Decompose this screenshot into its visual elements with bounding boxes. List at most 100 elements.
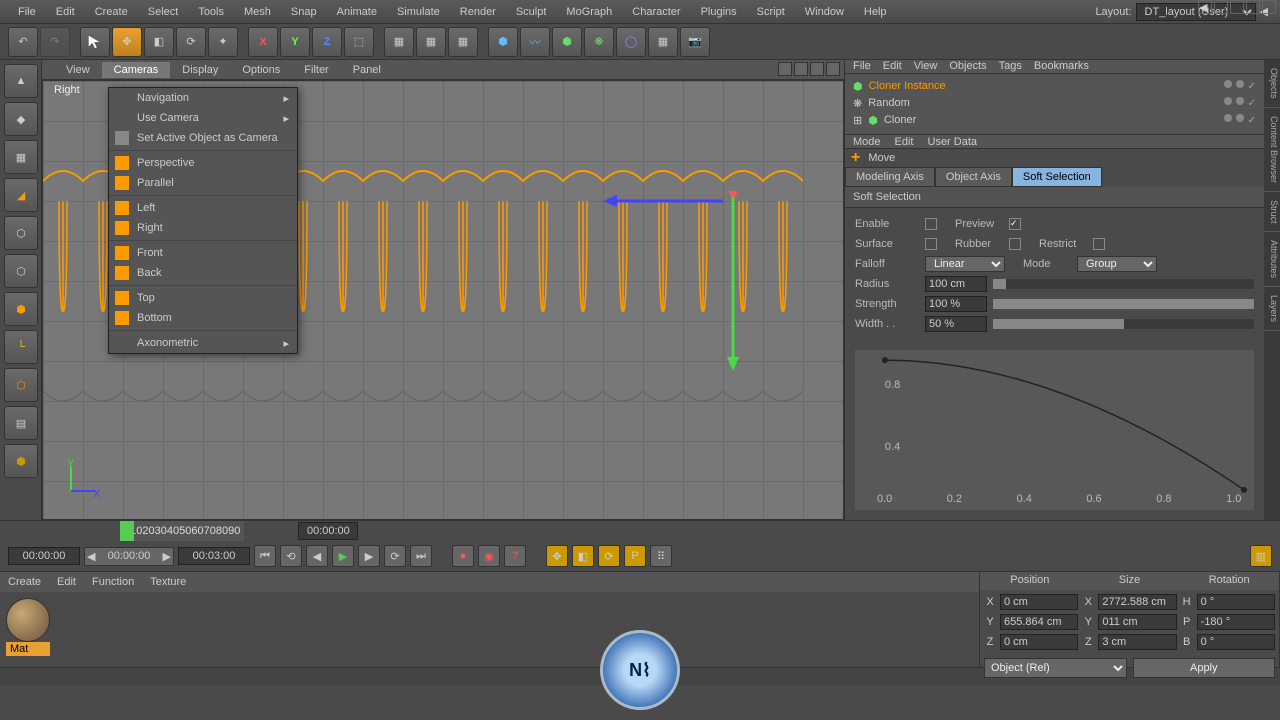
primitive-button[interactable]: ⬢ — [488, 27, 518, 57]
mode-select[interactable]: Group — [1077, 256, 1157, 272]
pos-x-input[interactable] — [1000, 594, 1078, 610]
tab-modeling-axis[interactable]: Modeling Axis — [845, 167, 935, 187]
camera-back[interactable]: Back — [109, 263, 297, 283]
current-frame-input[interactable] — [8, 547, 80, 565]
fwd-icon[interactable] — [1214, 0, 1228, 14]
rot-h-input[interactable] — [1197, 594, 1275, 610]
obj-menu-tags[interactable]: Tags — [999, 60, 1022, 72]
view-menu-filter[interactable]: Filter — [292, 62, 340, 78]
play-button[interactable]: ▶ — [332, 545, 354, 567]
camera-button[interactable]: 📷 — [680, 27, 710, 57]
object-item[interactable]: ⬢ Cloner Instance — [849, 78, 1260, 95]
camera-axonometric[interactable]: Axonometric — [109, 333, 297, 353]
key-pos-button[interactable]: ✥ — [546, 545, 568, 567]
redo-button[interactable]: ↷ — [40, 27, 70, 57]
view-orbit-icon[interactable] — [810, 62, 824, 76]
search-icon[interactable] — [1230, 0, 1244, 14]
texture-mode-button[interactable]: ▦ — [4, 140, 38, 174]
menu-sculpt[interactable]: Sculpt — [506, 2, 557, 22]
generator-button[interactable]: ⬢ — [552, 27, 582, 57]
workplane-button[interactable]: ◢ — [4, 178, 38, 212]
camera-navigation[interactable]: Navigation — [109, 88, 297, 108]
menu-plugins[interactable]: Plugins — [691, 2, 747, 22]
coord-mode-select[interactable]: Object (Rel) — [984, 658, 1127, 678]
animation-layout-button[interactable]: ▥ — [1250, 545, 1272, 567]
pos-y-input[interactable] — [1000, 614, 1078, 630]
view-menu-panel[interactable]: Panel — [341, 62, 393, 78]
environment-button[interactable]: ▦ — [648, 27, 678, 57]
rot-b-input[interactable] — [1197, 634, 1275, 650]
menu-help[interactable]: Help — [854, 2, 897, 22]
autokey-button[interactable]: ◉ — [478, 545, 500, 567]
tab-content-browser[interactable]: Content Browser — [1264, 108, 1280, 192]
view-layout-icon[interactable] — [826, 62, 840, 76]
camera-top[interactable]: Top — [109, 288, 297, 308]
radius-input[interactable] — [925, 276, 987, 292]
tab-attributes[interactable]: Attributes — [1264, 232, 1280, 287]
edge-mode-button[interactable]: ⬡ — [4, 254, 38, 288]
y-axis-arrow-icon[interactable] — [723, 191, 743, 371]
menu-file[interactable]: File — [8, 2, 46, 22]
render-settings-button[interactable]: ▦ — [448, 27, 478, 57]
obj-menu-file[interactable]: File — [853, 60, 871, 72]
poly-mode-button[interactable]: ⬢ — [4, 292, 38, 326]
mat-texture[interactable]: Texture — [150, 576, 186, 588]
select-tool[interactable] — [80, 27, 110, 57]
camera-perspective[interactable]: Perspective — [109, 153, 297, 173]
visible-check-icon[interactable] — [1248, 97, 1256, 109]
record-button[interactable]: ● — [452, 545, 474, 567]
camera-front[interactable]: Front — [109, 243, 297, 263]
tab-layers[interactable]: Layers — [1264, 287, 1280, 331]
menu-simulate[interactable]: Simulate — [387, 2, 450, 22]
timeline-ruler[interactable]: 0 10 20 30 40 50 60 70 80 90 — [120, 521, 244, 541]
view-menu-display[interactable]: Display — [170, 62, 230, 78]
timecode-display[interactable] — [298, 522, 358, 540]
mat-edit[interactable]: Edit — [57, 576, 76, 588]
camera-parallel[interactable]: Parallel — [109, 173, 297, 193]
size-x-input[interactable] — [1098, 594, 1176, 610]
menu-select[interactable]: Select — [138, 2, 189, 22]
view-zoom-icon[interactable] — [794, 62, 808, 76]
visible-check-icon[interactable] — [1248, 114, 1256, 126]
object-item[interactable]: ❋ Random — [849, 95, 1260, 112]
rot-p-input[interactable] — [1197, 614, 1275, 630]
size-z-input[interactable] — [1098, 634, 1176, 650]
undo-button[interactable]: ↶ — [8, 27, 38, 57]
camera-bottom[interactable]: Bottom — [109, 308, 297, 328]
range-start[interactable]: 00:00:00 — [95, 550, 162, 562]
render-view-button[interactable]: ▦ — [384, 27, 414, 57]
tab-object-axis[interactable]: Object Axis — [935, 167, 1012, 187]
next-frame-button[interactable]: ▶ — [358, 545, 380, 567]
falloff-curve[interactable]: 0.8 0.4 0.0 0.2 0.4 0.6 0.8 1.0 — [855, 350, 1254, 510]
key-param-button[interactable]: P — [624, 545, 646, 567]
attr-mode[interactable]: Mode — [853, 136, 881, 148]
lock-button[interactable]: ⬢ — [4, 444, 38, 478]
back-icon[interactable]: ◀ — [1198, 0, 1212, 14]
spline-button[interactable]: 〰 — [520, 27, 550, 57]
workplane2-button[interactable]: ▤ — [4, 406, 38, 440]
material-name[interactable]: Mat — [6, 642, 50, 656]
key-scale-button[interactable]: ◧ — [572, 545, 594, 567]
preview-checkbox[interactable] — [1009, 218, 1021, 230]
last-tool[interactable]: ✦ — [208, 27, 238, 57]
menu-render[interactable]: Render — [450, 2, 506, 22]
falloff-select[interactable]: Linear — [925, 256, 1005, 272]
width-slider[interactable] — [993, 319, 1254, 329]
obj-menu-objects[interactable]: Objects — [949, 60, 986, 72]
width-input[interactable] — [925, 316, 987, 332]
mat-function[interactable]: Function — [92, 576, 134, 588]
camera-right[interactable]: Right — [109, 218, 297, 238]
prev-key-button[interactable]: ⟲ — [280, 545, 302, 567]
object-item[interactable]: ⊞ ⬢ Cloner — [849, 112, 1260, 129]
expand-icon[interactable]: ⊞ — [853, 114, 862, 127]
menu-script[interactable]: Script — [747, 2, 795, 22]
next-key-button[interactable]: ⟳ — [384, 545, 406, 567]
visible-check-icon[interactable] — [1248, 80, 1256, 92]
surface-checkbox[interactable] — [925, 238, 937, 250]
apply-button[interactable]: Apply — [1133, 658, 1276, 678]
tab-objects[interactable]: Objects — [1264, 60, 1280, 108]
key-rot-button[interactable]: ⟳ — [598, 545, 620, 567]
menu-snap[interactable]: Snap — [281, 2, 327, 22]
view-pan-icon[interactable] — [778, 62, 792, 76]
move-tool[interactable]: ✥ — [112, 27, 142, 57]
